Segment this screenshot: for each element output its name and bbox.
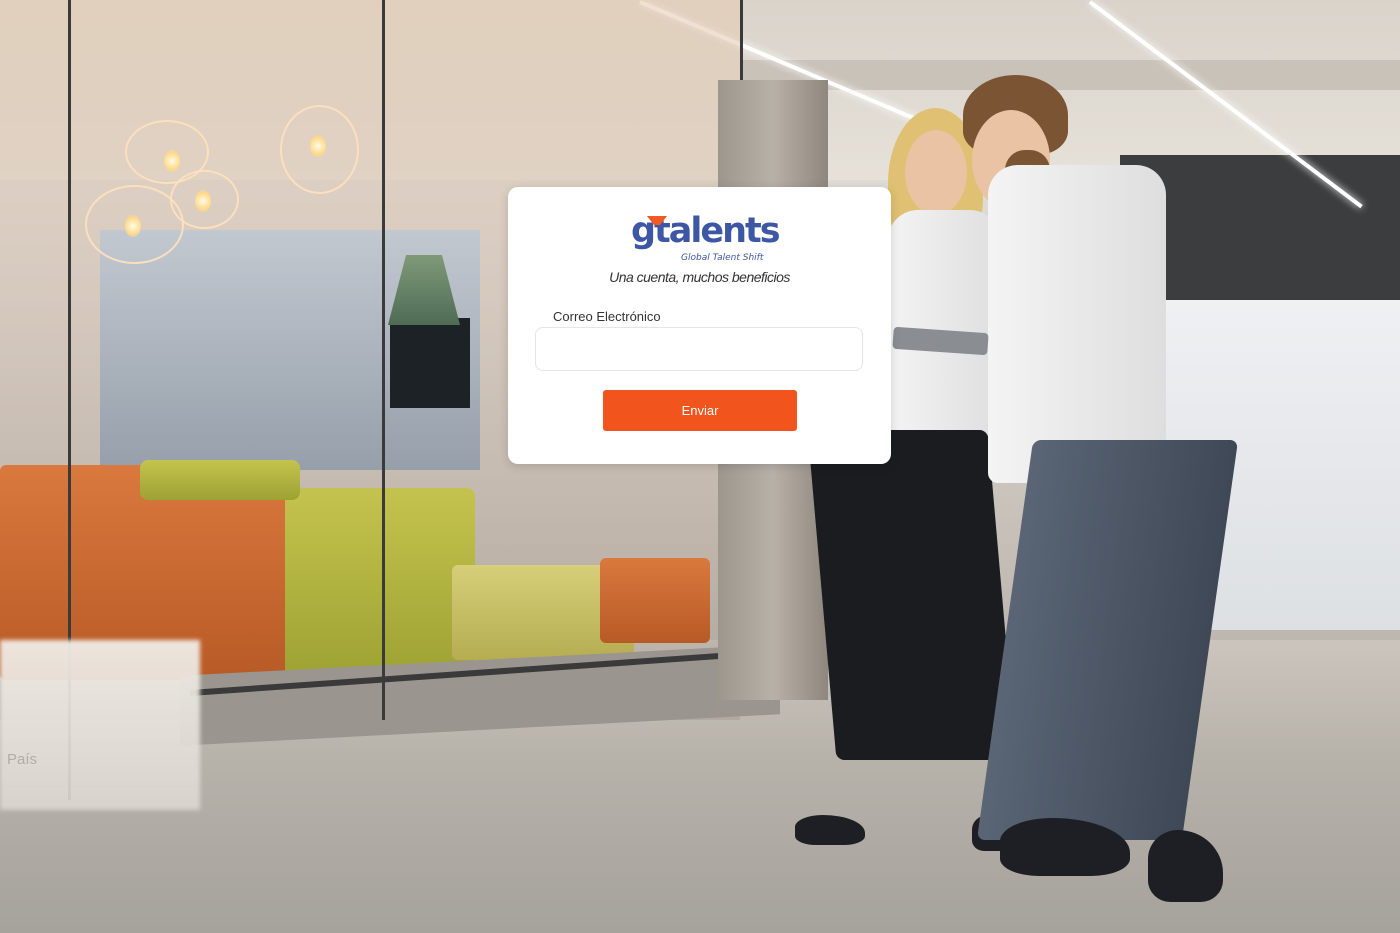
lamp-bulb bbox=[310, 135, 326, 157]
logo-subtitle: Global Talent Shift bbox=[681, 253, 764, 263]
country-label: País bbox=[7, 751, 38, 768]
wall-screen bbox=[390, 318, 470, 408]
lamp-bulb bbox=[195, 190, 211, 212]
glass-frame bbox=[382, 0, 385, 720]
green-armchair-back bbox=[140, 460, 300, 500]
gtalents-logo: gtalents Global Talent Shift bbox=[631, 211, 781, 267]
tagline: Una cuenta, muchos beneficios bbox=[609, 269, 790, 285]
foreground-blur bbox=[0, 640, 200, 810]
orange-chair bbox=[600, 558, 710, 643]
lamp-bulb bbox=[164, 150, 180, 172]
lamp-bulb bbox=[125, 215, 141, 237]
submit-button[interactable]: Enviar bbox=[603, 390, 797, 431]
recovery-card: gtalents Global Talent Shift Una cuenta,… bbox=[508, 187, 891, 464]
email-label: Correo Electrónico bbox=[553, 309, 661, 324]
background-photo: País bbox=[0, 0, 1400, 933]
email-field[interactable] bbox=[535, 327, 863, 371]
green-armchair bbox=[285, 488, 475, 678]
